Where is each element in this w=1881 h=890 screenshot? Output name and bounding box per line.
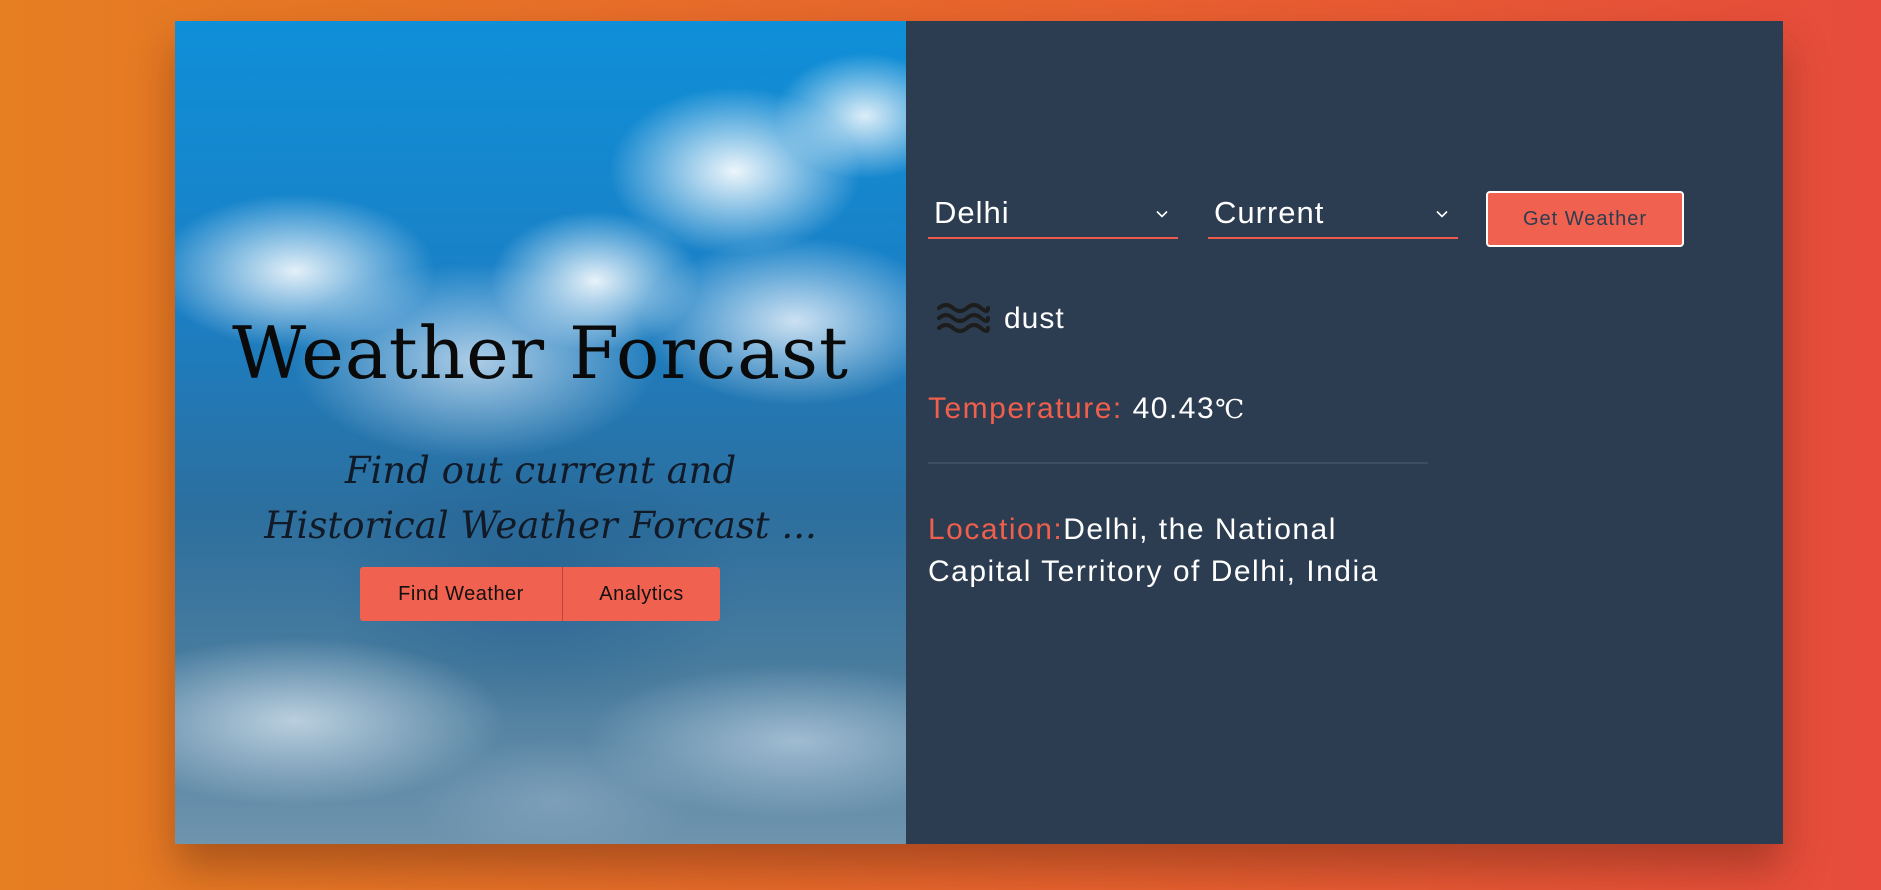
hero-button-group: Find Weather Analytics (360, 567, 720, 621)
dust-icon (937, 303, 990, 333)
find-weather-button[interactable]: Find Weather (360, 567, 563, 621)
get-weather-button[interactable]: Get Weather (1486, 191, 1684, 247)
hero-subtitle: Find out current and Historical Weather … (264, 449, 817, 547)
hero-content: Weather Forcast Find out current and His… (175, 21, 906, 844)
hero-title: Weather Forcast (232, 311, 849, 395)
temperature-unit: ℃ (1215, 395, 1245, 425)
temperature-label: Temperature: (928, 392, 1123, 425)
weather-condition: dust (936, 299, 1065, 339)
temperature-value: 40.43 (1132, 392, 1216, 425)
weather-panel: Delhi Current Get Weather dust Temperatu… (906, 21, 1783, 844)
analytics-button[interactable]: Analytics (563, 567, 720, 621)
weather-card: Weather Forcast Find out current and His… (175, 21, 1783, 844)
temperature-row: Temperature: 40.43℃ (928, 392, 1244, 426)
location-label: Location: (928, 513, 1064, 546)
location-row: Location:Delhi, the National Capital Ter… (928, 509, 1408, 593)
divider (928, 462, 1428, 464)
city-select[interactable]: Delhi (928, 191, 1178, 239)
hero-section: Weather Forcast Find out current and His… (175, 21, 906, 844)
mode-select-value: Current (1214, 195, 1325, 230)
mode-select[interactable]: Current (1208, 191, 1458, 239)
condition-text: dust (1004, 302, 1065, 335)
chevron-down-icon (1156, 210, 1168, 218)
city-select-value: Delhi (934, 195, 1010, 230)
chevron-down-icon (1436, 210, 1448, 218)
